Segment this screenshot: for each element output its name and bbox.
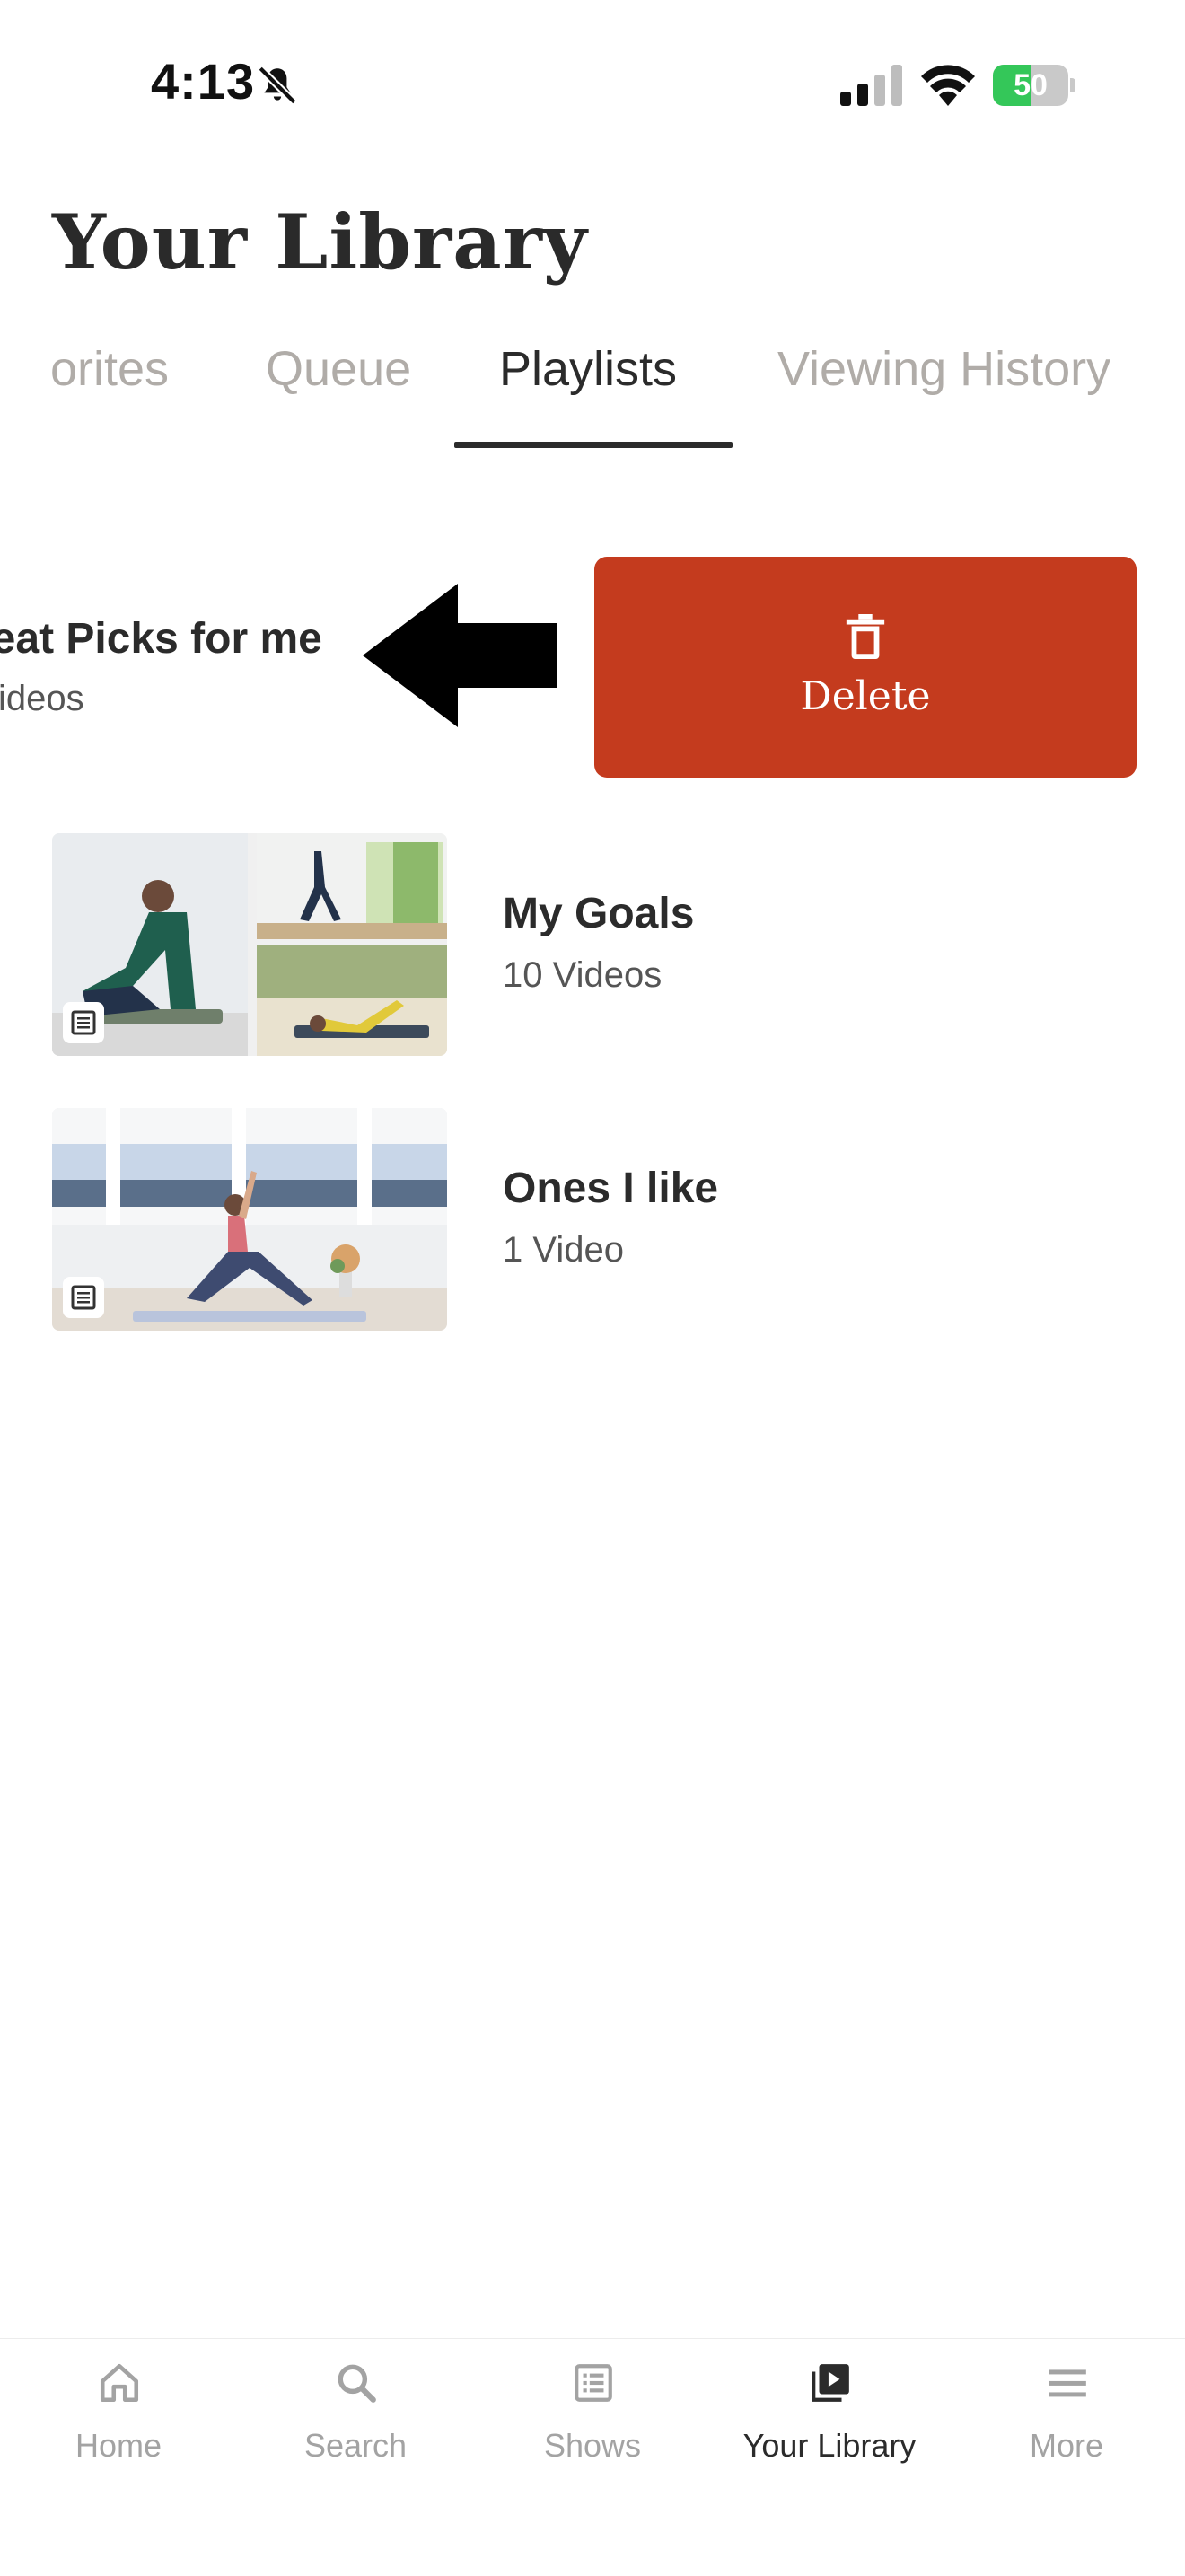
nav-label: More <box>1029 2427 1104 2464</box>
playlist-thumbnail <box>52 833 447 1056</box>
nav-label: Home <box>75 2427 162 2464</box>
delete-label: Delete <box>800 673 931 719</box>
menu-icon <box>1049 2369 1086 2397</box>
playlist-thumbnail <box>52 1108 447 1331</box>
playlist-row-my-goals[interactable]: My Goals 10 Videos <box>52 833 1129 1058</box>
swiped-playlist-row[interactable]: reat Picks for me Videos Delete <box>0 557 1185 781</box>
nav-label: Shows <box>543 2427 642 2464</box>
bottom-nav: Home Search Shows Your Library More <box>0 2338 1185 2576</box>
battery-icon: 50 <box>993 65 1075 106</box>
bell-off-icon <box>258 66 297 105</box>
signal-icon <box>840 65 902 106</box>
playlist-badge-icon <box>63 1002 104 1043</box>
delete-button[interactable]: Delete <box>594 557 1137 778</box>
status-bar: 4:13 50 <box>0 0 1185 171</box>
wifi-icon <box>921 65 975 106</box>
trash-icon <box>846 614 885 659</box>
nav-shows[interactable]: Shows <box>474 2339 711 2576</box>
tab-viewing-history[interactable]: Viewing History <box>777 341 1110 397</box>
tab-favorites[interactable]: orites <box>50 341 169 397</box>
nav-more[interactable]: More <box>948 2339 1185 2576</box>
nav-home[interactable]: Home <box>0 2339 237 2576</box>
tab-queue[interactable]: Queue <box>266 341 411 397</box>
library-icon <box>812 2364 849 2402</box>
tab-playlists[interactable]: Playlists <box>499 341 677 397</box>
home-icon <box>100 2363 139 2403</box>
nav-label: Search <box>303 2427 408 2464</box>
search-icon <box>338 2364 376 2403</box>
status-time: 4:13 <box>151 53 256 110</box>
playlist-title: Ones I like <box>503 1165 719 1212</box>
playlist-title: reat Picks for me <box>0 615 322 663</box>
page-title: Your Library <box>52 198 588 286</box>
playlist-video-count: Videos <box>0 679 84 718</box>
library-tabs: orites Queue Playlists Viewing History <box>0 341 1185 449</box>
active-tab-indicator <box>454 442 733 448</box>
playlist-title: My Goals <box>503 890 695 937</box>
nav-search[interactable]: Search <box>237 2339 474 2576</box>
battery-level: 50 <box>1014 68 1048 102</box>
nav-label: Your Library <box>742 2427 917 2464</box>
playlist-video-count: 10 Videos <box>503 955 663 995</box>
nav-your-library[interactable]: Your Library <box>711 2339 948 2576</box>
arrow-left-icon <box>363 584 557 727</box>
playlist-video-count: 1 Video <box>503 1230 624 1270</box>
shows-icon <box>575 2364 612 2402</box>
playlist-badge-icon <box>63 1277 104 1318</box>
playlist-row-ones-i-like[interactable]: Ones I like 1 Video <box>52 1108 1129 1332</box>
